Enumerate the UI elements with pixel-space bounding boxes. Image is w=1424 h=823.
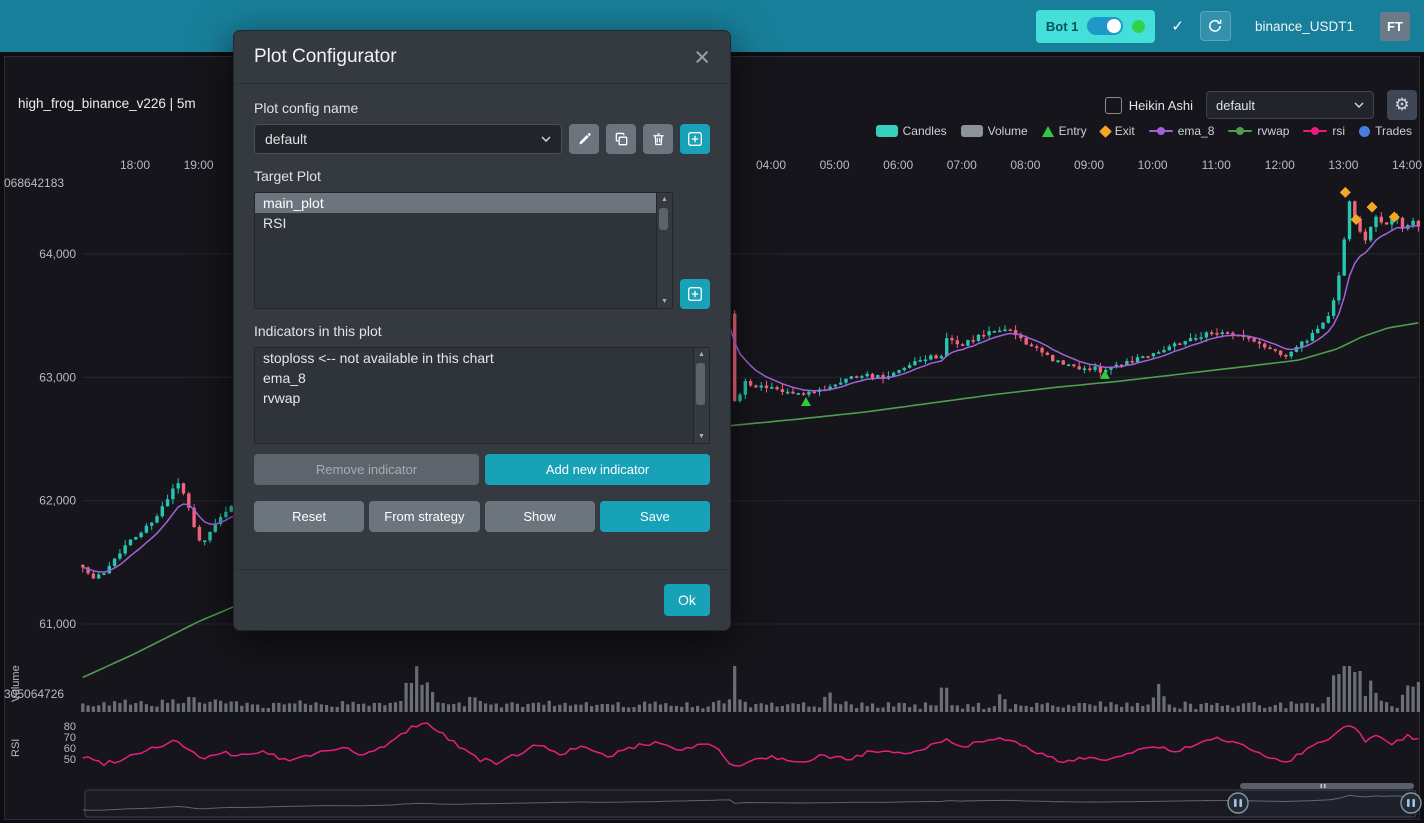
chevron-down-icon: [1354, 102, 1364, 108]
list-item[interactable]: RSI: [255, 213, 657, 233]
indicator-list[interactable]: stoploss <-- not available in this chart…: [254, 347, 710, 444]
legend-label: Volume: [988, 124, 1028, 138]
heikin-ashi-checkbox[interactable]: [1105, 97, 1122, 114]
legend-item-rsi[interactable]: rsi: [1303, 124, 1345, 138]
chart-controls: Heikin Ashi default ⚙: [1105, 90, 1417, 120]
target-plot-list[interactable]: main_plotRSI ▲ ▼: [254, 192, 673, 309]
strategy-title: high_frog_binance_v226 | 5m: [18, 96, 196, 111]
trades-symbol-icon: [1359, 126, 1370, 137]
show-button[interactable]: Show: [485, 501, 595, 532]
entry-symbol-icon: [1042, 126, 1054, 137]
list-item[interactable]: ema_8: [255, 368, 694, 388]
plot-config-select[interactable]: default: [254, 124, 562, 154]
refresh-button[interactable]: [1200, 11, 1231, 41]
legend-label: Entry: [1059, 124, 1087, 138]
legend-item-ema_8[interactable]: ema_8: [1149, 124, 1215, 138]
list-scrollbar[interactable]: ▲ ▼: [693, 348, 709, 443]
left-axis-top-value: 068642183: [4, 176, 64, 190]
plus-square-icon: [687, 131, 703, 147]
heikin-ashi-label: Heikin Ashi: [1129, 98, 1193, 113]
edit-config-button[interactable]: [569, 124, 599, 154]
delete-config-button[interactable]: [643, 124, 673, 154]
legend-item-Exit[interactable]: Exit: [1101, 124, 1135, 138]
legend-label: Trades: [1375, 124, 1412, 138]
exit-symbol-icon: [1099, 125, 1112, 138]
add-config-button[interactable]: [680, 124, 710, 154]
scrollbar-thumb[interactable]: [696, 363, 705, 405]
chevron-down-icon: [541, 136, 551, 142]
legend-item-rvwap[interactable]: rvwap: [1228, 124, 1289, 138]
list-item[interactable]: stoploss <-- not available in this chart: [255, 348, 694, 368]
pencil-icon: [577, 132, 592, 147]
close-icon[interactable]: ×: [694, 47, 710, 67]
list-item[interactable]: rvwap: [255, 388, 694, 408]
legend-label: rsi: [1332, 124, 1345, 138]
config-buttons-row: Reset From strategy Show Save: [254, 501, 710, 532]
bot-toggle[interactable]: [1087, 17, 1123, 35]
ema_8-symbol-icon: [1149, 126, 1173, 136]
pair-label: binance_USDT1: [1255, 19, 1354, 34]
gear-icon: ⚙: [1394, 95, 1409, 115]
scroll-down-icon[interactable]: ▼: [657, 298, 672, 305]
rvwap-symbol-icon: [1228, 126, 1252, 136]
ft-logo[interactable]: FT: [1380, 12, 1410, 41]
legend-label: Candles: [903, 124, 947, 138]
volume-symbol-icon: [961, 125, 983, 137]
plot-config-select-value: default: [265, 131, 307, 147]
plot-settings-button[interactable]: ⚙: [1387, 90, 1417, 120]
modal-header: Plot Configurator ×: [234, 31, 730, 84]
remove-indicator-button[interactable]: Remove indicator: [254, 454, 479, 485]
bot-selector[interactable]: Bot 1: [1036, 10, 1156, 43]
duplicate-config-button[interactable]: [606, 124, 636, 154]
from-strategy-button[interactable]: From strategy: [369, 501, 479, 532]
scroll-up-icon[interactable]: ▲: [694, 351, 709, 358]
indicator-buttons-row: Remove indicator Add new indicator: [254, 454, 710, 485]
plot-configurator-modal: Plot Configurator × Plot config name def…: [233, 30, 731, 631]
save-button[interactable]: Save: [600, 501, 710, 532]
target-plot-row: main_plotRSI ▲ ▼: [254, 192, 710, 309]
config-row: default: [254, 124, 710, 154]
trash-icon: [651, 132, 666, 147]
legend-label: ema_8: [1178, 124, 1215, 138]
bot-name-label: Bot 1: [1046, 19, 1079, 34]
add-new-indicator-button[interactable]: Add new indicator: [485, 454, 710, 485]
plot-config-header-select[interactable]: default: [1206, 91, 1374, 119]
volume-axis-name: Volume: [10, 665, 22, 702]
plus-square-icon: [687, 286, 703, 302]
scrollbar-thumb[interactable]: [659, 208, 668, 230]
toggle-knob: [1107, 19, 1121, 33]
candles-symbol-icon: [876, 125, 898, 137]
rsi-axis-name: RSI: [10, 739, 22, 757]
config-name-label: Plot config name: [254, 100, 710, 116]
chart-legend: Candles Volume Entry Exit ema_8 rvwap rsi Trade…: [876, 124, 1412, 138]
modal-footer: Ok: [234, 569, 730, 630]
refresh-icon: [1207, 18, 1223, 34]
list-scrollbar[interactable]: ▲ ▼: [656, 193, 672, 308]
copy-icon: [614, 132, 629, 147]
scroll-up-icon[interactable]: ▲: [657, 196, 672, 203]
modal-title: Plot Configurator: [254, 46, 397, 68]
rsi-symbol-icon: [1303, 126, 1327, 136]
modal-body: Plot config name default: [234, 84, 730, 569]
reset-button[interactable]: Reset: [254, 501, 364, 532]
online-indicator-icon: [1132, 20, 1145, 33]
status-check-icon: ✓: [1171, 17, 1184, 35]
add-plot-button[interactable]: [680, 279, 710, 309]
plot-config-header-value: default: [1216, 98, 1255, 113]
ok-button[interactable]: Ok: [664, 584, 710, 616]
legend-item-Trades[interactable]: Trades: [1359, 124, 1412, 138]
legend-item-Entry[interactable]: Entry: [1042, 124, 1087, 138]
legend-item-Candles[interactable]: Candles: [876, 124, 947, 138]
legend-label: Exit: [1115, 124, 1135, 138]
scroll-down-icon[interactable]: ▼: [694, 433, 709, 440]
legend-label: rvwap: [1257, 124, 1289, 138]
list-item[interactable]: main_plot: [255, 193, 657, 213]
indicators-label: Indicators in this plot: [254, 323, 710, 339]
target-plot-label: Target Plot: [254, 168, 710, 184]
legend-item-Volume[interactable]: Volume: [961, 124, 1028, 138]
